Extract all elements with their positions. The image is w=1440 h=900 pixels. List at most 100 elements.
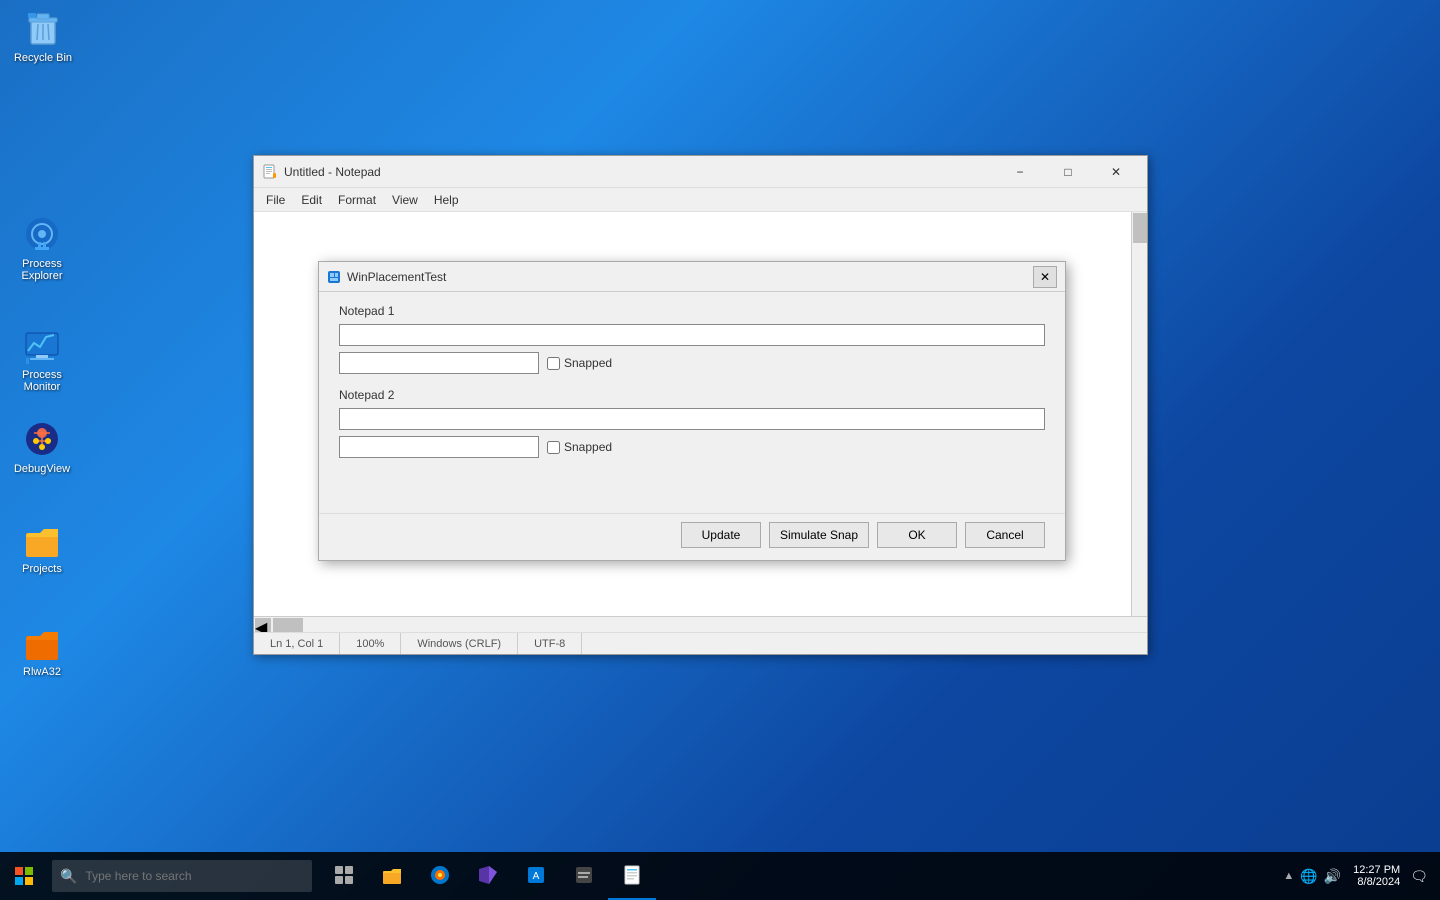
dialog-close-button[interactable]: ✕	[1033, 266, 1057, 288]
menu-help[interactable]: Help	[426, 191, 467, 209]
recycle-bin-label: Recycle Bin	[14, 52, 72, 64]
dialog-titlebar: WinPlacementTest ✕	[319, 262, 1065, 292]
win-placement-dialog: WinPlacementTest ✕ Notepad 1 Snapped	[318, 261, 1066, 561]
app5-icon: A	[525, 864, 547, 886]
app6-icon	[573, 864, 595, 886]
process-explorer-icon[interactable]: Process Explorer	[2, 210, 82, 286]
system-clock[interactable]: 12:27 PM 8/8/2024	[1353, 864, 1400, 888]
network-icon[interactable]: 🌐	[1300, 868, 1317, 885]
notepad2-row2: Snapped	[339, 436, 1045, 458]
notepad1-input2[interactable]	[339, 352, 539, 374]
simulate-snap-button[interactable]: Simulate Snap	[769, 522, 869, 548]
notepad-menubar: File Edit Format View Help	[254, 188, 1147, 212]
clock-time: 12:27 PM	[1353, 864, 1400, 876]
windows-logo-icon	[15, 867, 33, 885]
notepad2-row1	[339, 408, 1045, 430]
scrollbar-thumb-v[interactable]	[1133, 213, 1147, 243]
projects-icon[interactable]: Projects	[2, 515, 82, 579]
visual-studio-icon	[477, 864, 499, 886]
desktop: Recycle Bin Process Explorer	[0, 0, 1440, 900]
debug-view-icon[interactable]: DebugView	[2, 415, 82, 479]
projects-image	[22, 519, 62, 559]
search-box[interactable]: 🔍	[52, 860, 312, 892]
taskbar-app7[interactable]	[608, 852, 656, 900]
process-monitor-label: Process Monitor	[6, 369, 78, 393]
system-tray-icons: ▲ 🌐 🔊	[1283, 868, 1341, 885]
notepad1-input1[interactable]	[339, 324, 1045, 346]
notepad-title-area: Untitled - Notepad	[262, 164, 381, 180]
search-input[interactable]	[85, 869, 304, 883]
process-explorer-label: Process Explorer	[6, 258, 78, 282]
cancel-button[interactable]: Cancel	[965, 522, 1045, 548]
status-zoom: 100%	[340, 633, 401, 654]
debug-view-image	[22, 419, 62, 459]
dialog-icon	[327, 270, 341, 284]
minimize-button[interactable]: −	[997, 158, 1043, 186]
menu-view[interactable]: View	[384, 191, 426, 209]
titlebar-buttons: − □ ✕	[997, 158, 1139, 186]
ok-button[interactable]: OK	[877, 522, 957, 548]
notepad1-label: Notepad 1	[339, 304, 1045, 318]
taskbar-app6[interactable]	[560, 852, 608, 900]
rlwa32-icon[interactable]: RlwA32	[2, 618, 82, 682]
dialog-title-area: WinPlacementTest	[327, 270, 446, 284]
notepad1-row1	[339, 324, 1045, 346]
status-encoding: UTF-8	[518, 633, 582, 654]
taskbar-task-view[interactable]	[320, 852, 368, 900]
process-monitor-image	[22, 325, 62, 365]
taskbar: 🔍	[0, 852, 1440, 900]
notepad2-label: Notepad 2	[339, 388, 1045, 402]
taskbar-apps: A	[320, 852, 656, 900]
notepad-statusbar: Ln 1, Col 1 100% Windows (CRLF) UTF-8	[254, 632, 1147, 654]
dialog-content: Notepad 1 Snapped Notepad 2	[319, 292, 1065, 513]
vertical-scrollbar[interactable]	[1131, 212, 1147, 616]
search-icon: 🔍	[60, 868, 77, 885]
chevron-up-icon[interactable]: ▲	[1283, 870, 1294, 882]
notepad2-section: Notepad 2 Snapped	[339, 388, 1045, 458]
taskbar-firefox[interactable]	[416, 852, 464, 900]
task-view-icon	[334, 865, 354, 885]
notepad1-snapped-text: Snapped	[564, 356, 612, 370]
notepad2-snapped-label[interactable]: Snapped	[547, 440, 612, 454]
horizontal-scrollbar[interactable]: ◀	[254, 616, 1147, 632]
recycle-bin-image	[23, 8, 63, 48]
notepad1-snapped-label[interactable]: Snapped	[547, 356, 612, 370]
notepad-titlebar: Untitled - Notepad − □ ✕	[254, 156, 1147, 188]
taskbar-app5[interactable]: A	[512, 852, 560, 900]
recycle-bin-icon[interactable]: Recycle Bin	[3, 4, 83, 68]
notepad2-snapped-checkbox[interactable]	[547, 441, 560, 454]
menu-format[interactable]: Format	[330, 191, 384, 209]
volume-icon[interactable]: 🔊	[1324, 868, 1341, 885]
start-button[interactable]	[0, 852, 48, 900]
taskbar-file-explorer[interactable]	[368, 852, 416, 900]
debug-view-label: DebugView	[14, 463, 70, 475]
taskbar-system-area: ▲ 🌐 🔊 12:27 PM 8/8/2024 🗨	[1283, 864, 1440, 888]
firefox-icon	[429, 864, 451, 886]
menu-edit[interactable]: Edit	[293, 191, 330, 209]
notepad-taskbar-icon	[621, 864, 643, 886]
notepad1-snapped-checkbox[interactable]	[547, 357, 560, 370]
status-position: Ln 1, Col 1	[254, 633, 340, 654]
svg-text:A: A	[533, 871, 540, 882]
scrollbar-thumb-h[interactable]	[273, 618, 303, 632]
taskbar-visual-studio[interactable]	[464, 852, 512, 900]
notepad1-section: Notepad 1 Snapped	[339, 304, 1045, 374]
status-lineending: Windows (CRLF)	[401, 633, 518, 654]
dialog-buttons: Update Simulate Snap OK Cancel	[319, 513, 1065, 560]
rlwa32-label: RlwA32	[23, 666, 61, 678]
notepad2-input2[interactable]	[339, 436, 539, 458]
clock-date: 8/8/2024	[1357, 876, 1400, 888]
update-button[interactable]: Update	[681, 522, 761, 548]
menu-file[interactable]: File	[258, 191, 293, 209]
notepad2-snapped-text: Snapped	[564, 440, 612, 454]
maximize-button[interactable]: □	[1045, 158, 1091, 186]
process-monitor-icon[interactable]: Process Monitor	[2, 321, 82, 397]
projects-label: Projects	[22, 563, 62, 575]
notification-icon[interactable]: 🗨	[1410, 868, 1428, 885]
rlwa32-image	[22, 622, 62, 662]
file-explorer-icon	[381, 864, 403, 886]
notepad2-input1[interactable]	[339, 408, 1045, 430]
close-button[interactable]: ✕	[1093, 158, 1139, 186]
scroll-left-btn[interactable]: ◀	[255, 618, 271, 632]
process-explorer-image	[22, 214, 62, 254]
